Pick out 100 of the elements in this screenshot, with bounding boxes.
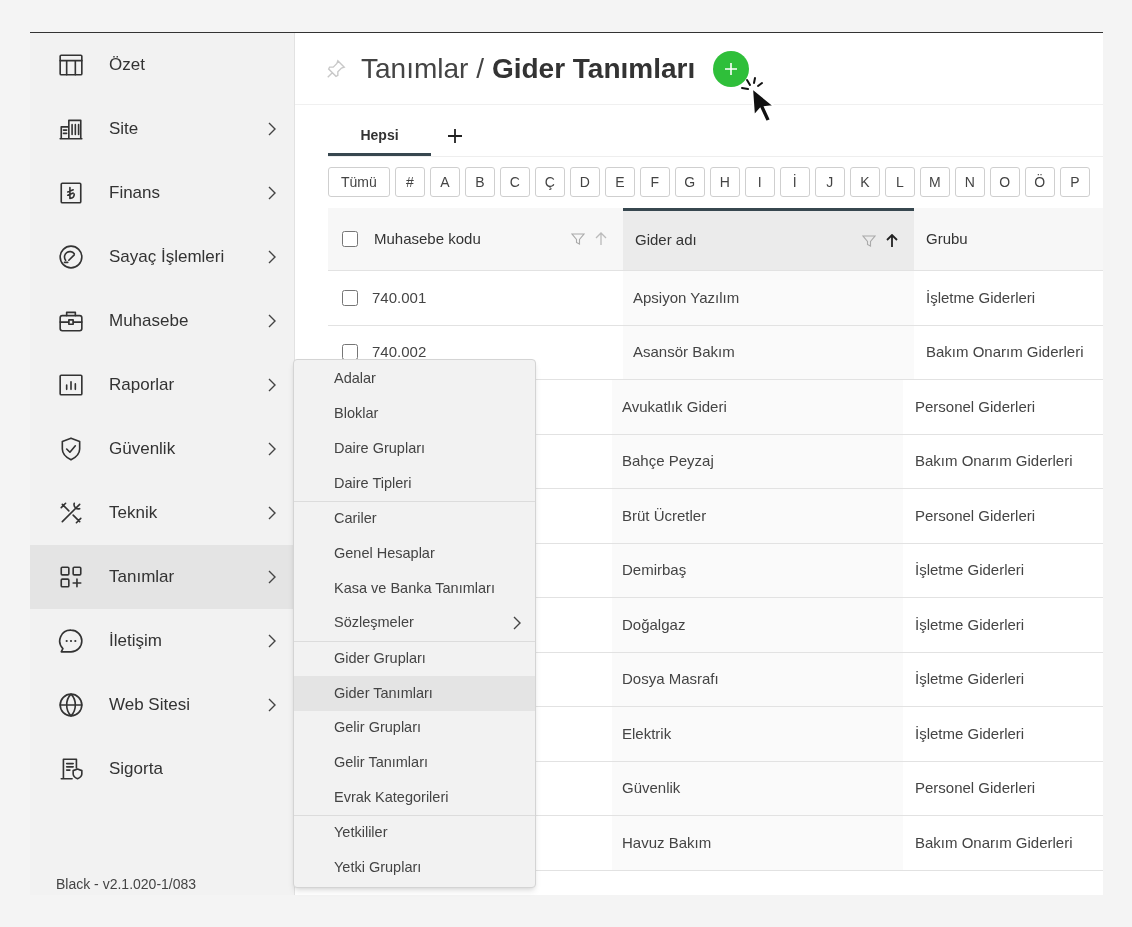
table-cell-text: Bahçe Peyzaj: [622, 451, 714, 471]
sidebar-item[interactable]: Sayaç İşlemleri: [30, 225, 294, 289]
letter-filter-button[interactable]: O: [989, 167, 1020, 197]
sidebar-item[interactable]: Sigorta: [30, 737, 294, 801]
letter-filter-button[interactable]: C: [499, 167, 530, 197]
letter-filter-button[interactable]: K: [849, 167, 880, 197]
chevron-right-icon: [268, 122, 276, 136]
row-checkbox[interactable]: [342, 344, 358, 361]
add-button[interactable]: [713, 50, 750, 87]
table-cell-text: İşletme Giderleri: [915, 614, 1025, 635]
menu-item[interactable]: Gelir Tanımları: [294, 745, 535, 781]
table-cell-text: Demirbaş: [622, 560, 687, 580]
bar-chart-icon: [58, 372, 84, 398]
sidebar-item[interactable]: Tanımlar: [30, 545, 294, 609]
table-cell-text: Personel Giderleri: [915, 778, 1036, 798]
menu-item[interactable]: Kasa ve Banka Tanımları: [294, 571, 535, 606]
table-cell-text: Personel Giderleri: [915, 505, 1036, 526]
chevron-right-icon: [268, 442, 276, 456]
table-cell-text: Bakım Onarım Giderleri: [915, 832, 1073, 853]
chevron-right-icon: [268, 250, 276, 264]
add-tab-icon[interactable]: [447, 128, 463, 144]
letter-filter-button[interactable]: D: [569, 167, 600, 197]
table-cell-text: İşletme Giderleri: [926, 287, 1036, 308]
table-cell-text: Personel Giderleri: [915, 396, 1036, 417]
select-all-checkbox[interactable]: [342, 231, 358, 247]
sidebar-item[interactable]: Raporlar: [30, 353, 294, 417]
chevron-right-icon: [268, 186, 276, 200]
menu-item[interactable]: Cariler: [294, 501, 535, 537]
table-icon: [58, 52, 84, 78]
letter-filter-button[interactable]: M: [919, 167, 950, 197]
menu-item[interactable]: Gider Tanımları: [294, 676, 535, 711]
gauge-icon: [58, 244, 84, 270]
sort-up-icon[interactable]: [886, 233, 898, 248]
letter-filter-button[interactable]: I: [744, 167, 775, 197]
chevron-right-icon: [268, 506, 276, 520]
letter-filter-button[interactable]: H: [709, 167, 740, 197]
letter-filter-button[interactable]: N: [954, 167, 985, 197]
letter-filter-button[interactable]: Ç: [534, 167, 565, 197]
table-cell-text: Avukatlık Gideri: [622, 396, 727, 417]
row-checkbox[interactable]: [342, 289, 358, 306]
menu-item[interactable]: Genel Hesaplar: [294, 536, 535, 572]
grid-plus-icon: [58, 564, 84, 590]
globe-icon: [58, 692, 84, 718]
sidebar-item[interactable]: İletişim: [30, 609, 294, 673]
table-cell-text: İşletme Giderleri: [915, 723, 1025, 744]
sidebar-item[interactable]: Özet: [30, 33, 294, 97]
menu-item[interactable]: Daire Grupları: [294, 431, 535, 467]
sidebar-item[interactable]: Teknik: [30, 481, 294, 545]
document-icon: [58, 756, 84, 782]
letter-filter-button[interactable]: G: [674, 167, 705, 197]
letter-filter-button[interactable]: P: [1059, 167, 1090, 197]
menu-item[interactable]: Daire Tipleri: [294, 466, 535, 501]
table-cell-text: Bakım Onarım Giderleri: [915, 451, 1073, 471]
sidebar-item[interactable]: Site: [30, 97, 294, 161]
letter-filter-button[interactable]: #: [394, 167, 425, 197]
letter-filter-button[interactable]: Tümü: [328, 167, 390, 197]
table-cell-text: Apsiyon Yazılım: [633, 287, 740, 308]
sidebar-item[interactable]: Finans: [30, 161, 294, 225]
table-cell-text: Elektrik: [622, 723, 672, 744]
table-cell-text: Doğalgaz: [622, 614, 686, 635]
table-cell-text: 740.001: [372, 287, 427, 308]
plus-icon: [724, 61, 739, 76]
table-cell-text: İşletme Giderleri: [915, 560, 1025, 580]
menu-item[interactable]: Gider Grupları: [294, 641, 535, 677]
chevron-right-icon: [513, 616, 521, 631]
tab[interactable]: Hepsi: [328, 118, 431, 156]
table-cell-text: Bakım Onarım Giderleri: [926, 342, 1084, 362]
letter-filter-button[interactable]: A: [429, 167, 460, 197]
chevron-right-icon: [268, 314, 276, 328]
menu-item[interactable]: Yetkililer: [294, 815, 535, 851]
letter-filter-button[interactable]: E: [604, 167, 635, 197]
tools-icon: [58, 500, 84, 526]
chat-icon: [58, 628, 84, 654]
letter-filter-button[interactable]: L: [884, 167, 915, 197]
sidebar-item[interactable]: Web Sitesi: [30, 673, 294, 737]
menu-item[interactable]: Evrak Kategorileri: [294, 780, 535, 815]
table-cell-text: 740.002: [372, 342, 427, 362]
letter-filter-button[interactable]: Ö: [1024, 167, 1055, 197]
letter-filter-button[interactable]: J: [814, 167, 845, 197]
column-header[interactable]: Gider adı: [623, 208, 914, 270]
menu-item[interactable]: Gelir Grupları: [294, 710, 535, 746]
chevron-right-icon: [268, 378, 276, 392]
table-cell-text: Güvenlik: [622, 778, 681, 798]
sidebar-item[interactable]: Muhasebe: [30, 289, 294, 353]
menu-item[interactable]: Adalar: [294, 362, 535, 397]
lira-icon: [58, 180, 84, 206]
menu-item[interactable]: Sözleşmeler: [294, 605, 535, 641]
breadcrumb: Tanımlar /: [361, 51, 484, 86]
table-cell-text: Havuz Bakım: [622, 832, 712, 853]
column-header[interactable]: Grubu: [914, 208, 1103, 270]
letter-filter-button[interactable]: İ: [779, 167, 810, 197]
page-title: Gider Tanımları: [491, 51, 696, 86]
letter-filter-button[interactable]: F: [639, 167, 670, 197]
menu-item[interactable]: Yetki Grupları: [294, 850, 535, 886]
menu-item[interactable]: Bloklar: [294, 396, 535, 432]
letter-filter-button[interactable]: B: [464, 167, 495, 197]
sidebar-item[interactable]: Güvenlik: [30, 417, 294, 481]
chevron-right-icon: [268, 634, 276, 648]
table-cell-text: İşletme Giderleri: [915, 669, 1025, 689]
table-cell-text: Dosya Masrafı: [622, 669, 719, 689]
